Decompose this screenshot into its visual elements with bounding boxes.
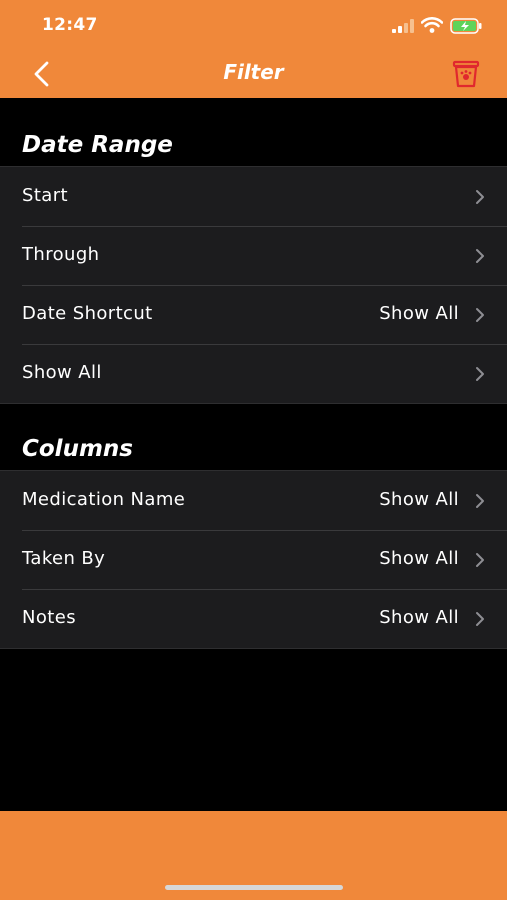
cellular-signal-icon xyxy=(392,19,414,33)
section-header-date-range: Date Range xyxy=(22,132,173,158)
battery-charging-icon xyxy=(450,18,482,34)
chevron-right-icon xyxy=(476,494,484,508)
row-label: Taken By xyxy=(22,548,106,569)
trash-icon[interactable] xyxy=(451,59,481,89)
row-label: Date Shortcut xyxy=(22,303,153,324)
chevron-right-icon xyxy=(476,308,484,322)
chevron-right-icon xyxy=(476,612,484,626)
navigation-bar: Filter xyxy=(0,50,507,98)
row-medication-name[interactable]: Medication Name Show All xyxy=(0,471,507,530)
top-bar: 12:47 Filter xyxy=(0,0,507,98)
chevron-right-icon xyxy=(476,249,484,263)
status-time: 12:47 xyxy=(42,15,98,35)
row-value: Show All xyxy=(379,548,459,569)
row-value: Show All xyxy=(379,607,459,628)
chevron-right-icon xyxy=(476,367,484,381)
row-notes[interactable]: Notes Show All xyxy=(0,589,507,648)
date-range-group: Start Through Date Shortcut Show All Sho… xyxy=(0,166,507,404)
row-show-all[interactable]: Show All xyxy=(0,344,507,403)
columns-group: Medication Name Show All Taken By Show A… xyxy=(0,470,507,649)
row-value: Show All xyxy=(379,303,459,324)
home-indicator[interactable] xyxy=(165,885,343,890)
row-label: Through xyxy=(22,244,100,265)
row-label: Medication Name xyxy=(22,489,186,510)
wifi-icon xyxy=(421,17,443,33)
bottom-bar xyxy=(0,811,507,900)
row-date-shortcut[interactable]: Date Shortcut Show All xyxy=(0,285,507,344)
row-taken-by[interactable]: Taken By Show All xyxy=(0,530,507,589)
row-label: Notes xyxy=(22,607,76,628)
section-header-columns: Columns xyxy=(22,436,133,462)
status-bar: 12:47 xyxy=(0,0,507,50)
row-value: Show All xyxy=(379,489,459,510)
row-label: Start xyxy=(22,185,68,206)
row-label: Show All xyxy=(22,362,102,383)
row-through[interactable]: Through xyxy=(0,226,507,285)
row-start[interactable]: Start xyxy=(0,167,507,226)
page-title: Filter xyxy=(223,60,284,84)
chevron-right-icon xyxy=(476,190,484,204)
chevron-right-icon xyxy=(476,553,484,567)
